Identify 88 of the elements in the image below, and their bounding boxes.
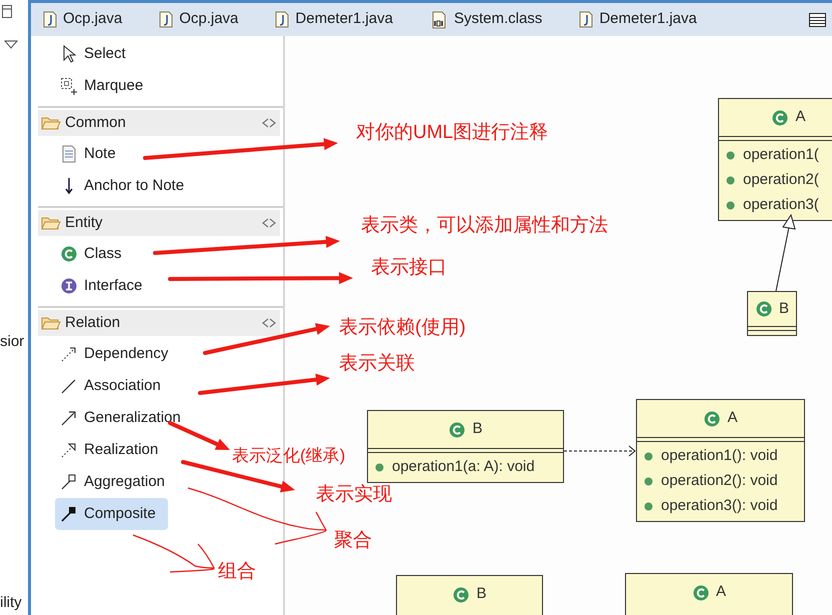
annotation-text: 表示类，可以添加属性和方法	[361, 214, 608, 238]
generalization-connector[interactable]	[776, 214, 796, 292]
editor-tab[interactable]: Demeter1.java	[579, 8, 697, 31]
java-file-icon	[159, 11, 174, 28]
palette-item[interactable]: Aggregation	[55, 466, 177, 498]
annotation-text: 聚合	[334, 529, 372, 553]
class-name: A	[727, 408, 738, 428]
drawer-header[interactable]: Common	[38, 110, 280, 136]
folder-icon	[41, 315, 61, 331]
annotation-text: 对你的UML图进行注释	[356, 121, 548, 145]
editor-tab[interactable]: Demeter1.java	[275, 8, 393, 31]
hollow-arrow-icon	[60, 409, 78, 427]
cut-label: ility	[0, 592, 23, 612]
palette-item[interactable]: Realization	[55, 434, 170, 466]
class-name: A	[795, 107, 806, 128]
operation: operation1(): void	[661, 446, 778, 466]
class-icon	[771, 108, 790, 126]
class-node[interactable]: B	[396, 575, 543, 615]
palette-item[interactable]: Interface	[55, 270, 154, 302]
palette-item[interactable]: Class	[55, 238, 134, 270]
list-menu-icon[interactable]	[809, 12, 826, 26]
class-node[interactable]: A operation1( operation2( operation3(	[718, 98, 832, 221]
method-dot-icon	[726, 176, 735, 185]
palette-item[interactable]: Generalization	[55, 402, 193, 434]
palette-item[interactable]: Note	[55, 138, 128, 170]
operation: operation2(): void	[661, 471, 778, 492]
method-dot-icon	[644, 477, 653, 486]
annotation-text: 表示实现	[316, 483, 392, 507]
editor-tab[interactable]: Ocp.java	[43, 8, 122, 31]
palette-item[interactable]: Association	[55, 370, 173, 402]
operation: operation1(a: A): void	[392, 457, 535, 478]
class-icon	[754, 300, 773, 318]
editor-tab[interactable]: System.class	[430, 8, 542, 31]
cut-label: sior	[0, 332, 26, 352]
operation: operation2(	[743, 170, 819, 190]
class-icon	[60, 245, 78, 263]
palette-item[interactable]: Marquee	[55, 70, 156, 102]
drawer-header[interactable]: Entity	[38, 210, 280, 236]
class-name: A	[716, 582, 726, 602]
window-icon[interactable]	[2, 5, 14, 19]
annotation-text: 表示泛化(继承)	[232, 445, 346, 467]
operation: operation1(	[743, 145, 819, 166]
binary-file-icon	[430, 10, 448, 28]
dependency-connector[interactable]	[564, 446, 636, 456]
dotted-arrow-icon	[60, 345, 78, 363]
java-file-icon	[275, 11, 290, 28]
method-dot-icon	[726, 151, 735, 160]
java-file-icon	[43, 11, 57, 28]
drawer-header[interactable]: Relation	[38, 310, 280, 336]
dotted-hollow-arrow-icon	[60, 441, 78, 459]
method-dot-icon	[644, 452, 653, 461]
folder-icon	[41, 115, 61, 131]
class-node[interactable]: A operation1(): void operation2(): void operation3(): void	[636, 399, 805, 522]
annotation-text: 表示依赖(使用)	[339, 316, 466, 340]
annotation-text: 组合	[218, 560, 256, 584]
collapse-icon[interactable]	[261, 118, 277, 128]
class-node[interactable]: B operation1(a: A): void	[367, 410, 564, 483]
palette-item[interactable]: Dependency	[55, 338, 180, 370]
annotation-arrow	[168, 421, 230, 450]
method-dot-icon	[375, 463, 384, 472]
class-node[interactable]: B	[747, 291, 797, 336]
editor-tab[interactable]: Ocp.java	[159, 8, 238, 31]
class-icon	[692, 584, 710, 602]
class-name: B	[778, 298, 789, 319]
class-icon	[452, 586, 470, 604]
method-dot-icon	[726, 201, 735, 210]
palette-item[interactable]: Composite	[55, 498, 168, 530]
folder-icon	[41, 215, 61, 231]
class-icon	[703, 410, 722, 428]
class-node[interactable]: A	[625, 573, 793, 615]
annotation-text: 表示关联	[339, 352, 415, 376]
collapse-icon[interactable]	[261, 318, 277, 328]
palette-item[interactable]: Anchor to Note	[55, 170, 196, 202]
class-name: B	[472, 419, 482, 440]
method-dot-icon	[644, 502, 653, 511]
marquee-icon	[60, 77, 78, 95]
class-icon	[448, 420, 466, 438]
dropdown-triangle-icon[interactable]	[4, 40, 18, 49]
interface-icon	[60, 277, 78, 295]
collapse-icon[interactable]	[261, 218, 277, 228]
operation: operation3(): void	[661, 496, 778, 516]
note-icon	[60, 145, 78, 163]
operation: operation3(	[743, 195, 819, 216]
line-icon	[60, 377, 78, 395]
palette-item[interactable]: Select	[55, 38, 138, 70]
class-name: B	[476, 584, 486, 604]
annotation-text: 表示接口	[371, 256, 447, 280]
java-file-icon	[579, 11, 594, 28]
